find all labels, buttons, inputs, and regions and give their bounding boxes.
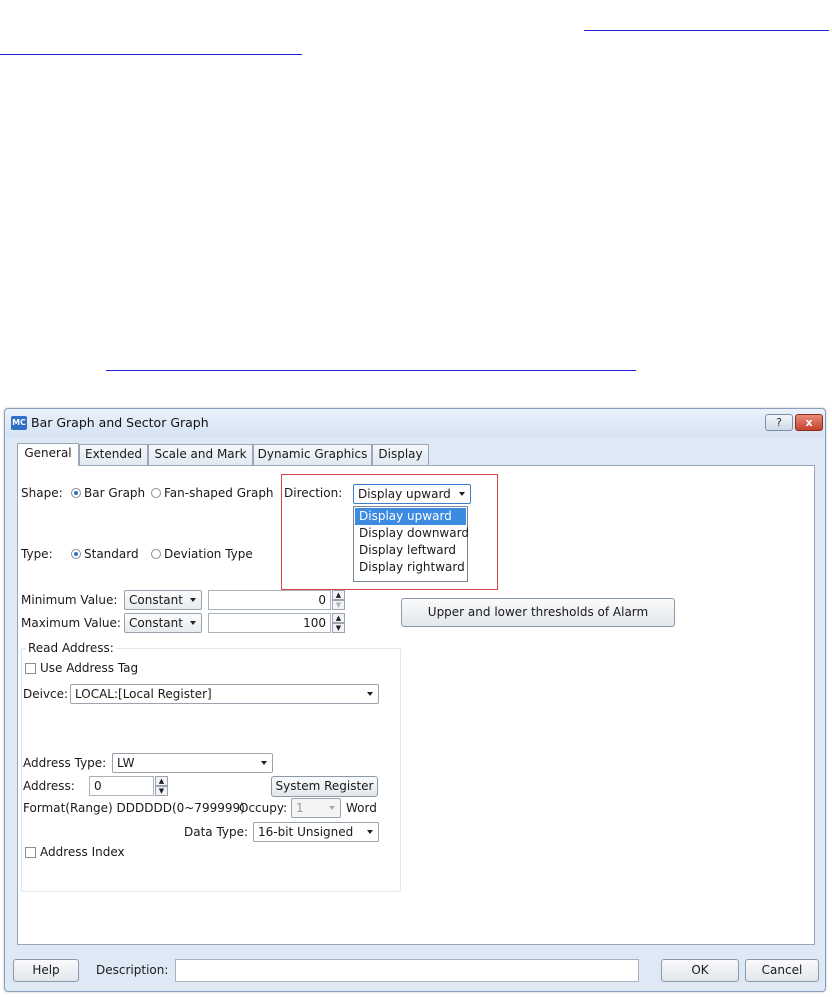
spin-up-icon[interactable]: ▲ <box>332 613 345 623</box>
general-panel: Shape: Bar Graph Fan-shaped Graph Direct… <box>17 465 815 945</box>
system-register-button[interactable]: System Register <box>271 776 378 797</box>
address-spinner[interactable]: ▲ ▼ <box>155 776 168 796</box>
spin-down-icon[interactable]: ▼ <box>332 600 345 610</box>
spin-down-icon[interactable]: ▼ <box>155 786 168 796</box>
doc-link-underline-top-left[interactable] <box>0 54 302 55</box>
read-address-label: Read Address: <box>26 641 116 655</box>
chevron-down-icon <box>329 806 335 810</box>
type-deviation-radio[interactable] <box>151 549 161 559</box>
dropdown-option-upward[interactable]: Display upward <box>355 508 466 525</box>
description-input[interactable] <box>175 959 639 982</box>
minimum-value-label: Minimum Value: <box>21 593 118 607</box>
shape-fan-graph-label[interactable]: Fan-shaped Graph <box>164 486 280 500</box>
tab-extended[interactable]: Extended <box>79 444 148 465</box>
dialog-window: MC Bar Graph and Sector Graph ? x Genera… <box>4 408 826 992</box>
help-icon-button[interactable]: ? <box>765 414 793 431</box>
maximum-mode-select[interactable]: Constant <box>124 613 202 633</box>
type-label: Type: <box>21 547 53 561</box>
address-type-value: LW <box>117 756 135 770</box>
data-type-value: 16-bit Unsigned <box>258 825 354 839</box>
direction-label: Direction: <box>284 486 343 500</box>
shape-bar-graph-label[interactable]: Bar Graph <box>84 486 145 500</box>
minimum-value-spinner[interactable]: ▲ ▼ <box>332 590 345 610</box>
spin-down-icon[interactable]: ▼ <box>332 623 345 633</box>
chevron-down-icon <box>261 761 267 765</box>
cancel-button[interactable]: Cancel <box>745 959 819 982</box>
data-type-select[interactable]: 16-bit Unsigned <box>253 822 379 842</box>
device-select[interactable]: LOCAL:[Local Register] <box>70 684 379 704</box>
type-standard-radio[interactable] <box>71 549 81 559</box>
maximum-mode-value: Constant <box>129 616 183 630</box>
help-button[interactable]: Help <box>13 959 79 982</box>
tab-scale-and-mark[interactable]: Scale and Mark <box>148 444 253 465</box>
doc-link-underline-middle[interactable] <box>106 370 636 371</box>
tab-dynamic-graphics[interactable]: Dynamic Graphics <box>253 444 372 465</box>
close-icon-button[interactable]: x <box>795 414 823 431</box>
dropdown-option-rightward[interactable]: Display rightward <box>355 559 466 576</box>
occupy-unit-label: Word <box>346 801 377 815</box>
dialog-title: Bar Graph and Sector Graph <box>31 415 209 430</box>
shape-bar-graph-radio[interactable] <box>71 488 81 498</box>
device-label: Deivce: <box>23 687 69 701</box>
spin-up-icon[interactable]: ▲ <box>155 776 168 786</box>
maximum-value-spinner[interactable]: ▲ ▼ <box>332 613 345 633</box>
direction-select[interactable]: Display upward <box>353 484 471 504</box>
use-address-tag-label[interactable]: Use Address Tag <box>40 661 138 675</box>
address-type-select[interactable]: LW <box>112 753 273 773</box>
description-label: Description: <box>96 963 169 977</box>
shape-label: Shape: <box>21 486 63 500</box>
address-label: Address: <box>23 779 75 793</box>
address-index-label[interactable]: Address Index <box>40 845 125 859</box>
chevron-down-icon <box>367 692 373 696</box>
direction-dropdown-list: Display upward Display downward Display … <box>353 506 469 582</box>
chevron-down-icon <box>367 830 373 834</box>
maximum-value-label: Maximum Value: <box>21 616 121 630</box>
device-value: LOCAL:[Local Register] <box>75 687 212 701</box>
data-type-label: Data Type: <box>184 825 249 839</box>
doc-link-underline-top-right[interactable] <box>584 30 829 31</box>
type-deviation-label[interactable]: Deviation Type <box>164 547 253 561</box>
maximum-value-input[interactable]: 100 <box>208 613 331 633</box>
tab-display[interactable]: Display <box>372 444 429 465</box>
title-bar[interactable]: MC Bar Graph and Sector Graph ? x <box>5 409 825 437</box>
address-input[interactable]: 0 <box>89 776 154 796</box>
dialog-footer: Help Description: OK Cancel <box>5 949 825 993</box>
address-index-checkbox[interactable] <box>25 847 36 858</box>
use-address-tag-checkbox[interactable] <box>25 663 36 674</box>
minimum-mode-value: Constant <box>129 593 183 607</box>
dropdown-option-leftward[interactable]: Display leftward <box>355 542 466 559</box>
minimum-value-input[interactable]: 0 <box>208 590 331 610</box>
type-standard-label[interactable]: Standard <box>84 547 139 561</box>
occupy-value: 1 <box>296 801 304 815</box>
dropdown-option-downward[interactable]: Display downward <box>355 525 469 542</box>
chevron-down-icon <box>190 621 196 625</box>
tab-general[interactable]: General <box>17 443 79 466</box>
app-logo-icon: MC <box>11 416 27 430</box>
chevron-down-icon <box>190 598 196 602</box>
direction-select-value: Display upward <box>358 487 451 501</box>
chevron-down-icon <box>459 492 465 496</box>
spin-up-icon[interactable]: ▲ <box>332 590 345 600</box>
address-type-label: Address Type: <box>23 756 107 770</box>
occupy-label: Occupy: <box>239 801 288 815</box>
alarm-thresholds-button[interactable]: Upper and lower thresholds of Alarm <box>401 598 675 627</box>
shape-fan-graph-radio[interactable] <box>151 488 161 498</box>
occupy-select: 1 <box>291 798 341 818</box>
ok-button[interactable]: OK <box>661 959 739 982</box>
minimum-mode-select[interactable]: Constant <box>124 590 202 610</box>
format-range-text: Format(Range) DDDDDD(0~799999) <box>23 801 245 815</box>
